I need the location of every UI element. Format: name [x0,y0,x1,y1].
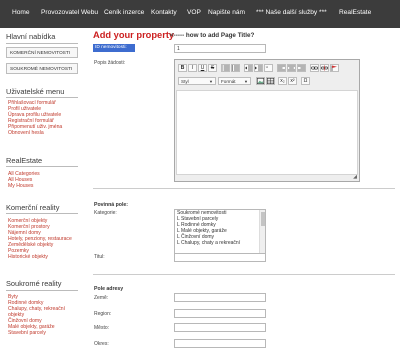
region-label: Region: [94,311,112,317]
page-subtitle: <----- how to add Page Title? [170,32,255,39]
format-select-label: Formát [221,79,236,84]
anchor-flag-icon[interactable] [330,64,339,72]
category-listbox[interactable]: Soukromé nemovitosti L Stavební parcely … [174,209,266,255]
country-label: Země: [94,295,109,301]
divider [93,188,395,189]
outdent-icon[interactable] [244,64,253,72]
divider [6,43,78,44]
nav-sluzby[interactable]: *** Naše další služby *** [256,9,327,16]
district-input[interactable] [174,339,266,348]
resize-grip-icon[interactable]: ◢ [353,174,357,180]
image-icon[interactable] [256,77,265,85]
superscript-button[interactable]: x² [288,77,297,85]
category-option[interactable]: L Chalupy, chaty a rekreační [175,240,265,246]
bulleted-list-icon[interactable] [231,64,240,72]
nav-kontakty[interactable]: Kontakty [151,9,177,16]
indent-icon[interactable] [254,64,263,72]
align-right-icon[interactable] [297,64,306,72]
link-cottages[interactable]: Chalupy, chaty, rekreační objekty [8,306,76,318]
bold-button[interactable]: B [178,64,187,72]
divider [6,166,78,167]
id-label: ID nemovitosti: [93,44,135,52]
divider [6,97,78,98]
rich-text-editor: B I U S " Styl ▼ Formát ▼ x₂ x² Ω ◢ [174,59,360,182]
link-building-plots[interactable]: Stavební parcely [8,330,46,336]
private-heading: Soukromé reality [6,279,62,288]
nav-cenik[interactable]: Ceník inzerce [104,9,144,16]
main-menu-heading: Hlavní nabídka [6,32,56,41]
style-select-label: Styl [181,79,189,84]
blockquote-icon[interactable]: " [264,64,273,73]
link-historical[interactable]: Historické objekty [8,254,48,260]
editor-content-area[interactable] [176,90,358,175]
top-navigation: Home Provozovatel Webu Ceník inzerce Kon… [0,0,400,28]
menu-commercial-properties[interactable]: KOMERČNÍ NEMOVITOSTI [6,47,78,58]
link-my-houses[interactable]: My Houses [8,183,33,189]
commercial-heading: Komerční reality [6,203,60,212]
city-label: Město: [94,325,110,331]
divider [6,213,78,214]
nav-napiste[interactable]: Napište nám [208,9,245,16]
id-input[interactable]: 1 [174,44,266,53]
align-left-icon[interactable] [277,64,286,72]
nav-provozovatel[interactable]: Provozovatel Webu [41,9,98,16]
title-input[interactable] [174,253,266,262]
unlink-icon[interactable] [320,64,329,72]
divider [6,290,78,291]
title-label: Titul: [94,254,105,260]
category-label: Kategorie: [94,210,117,216]
strikethrough-button[interactable]: S [208,64,217,72]
italic-button[interactable]: I [188,64,197,72]
table-icon[interactable] [266,77,275,85]
special-char-button[interactable]: Ω [301,77,310,85]
main-content: Add your property <----- how to add Page… [90,28,400,348]
chevron-down-icon: ▼ [209,79,213,84]
user-menu-heading: Uživatelské menu [6,87,65,96]
underline-button[interactable]: U [198,64,207,72]
menu-private-properties[interactable]: SOUKROMÉ NEMOVITOSTI [6,63,78,74]
required-fields-heading: Povinná pole: [94,202,129,208]
sidebar: Hlavní nabídka KOMERČNÍ NEMOVITOSTI SOUK… [6,28,78,348]
align-center-icon[interactable] [287,64,296,72]
svg-text:": " [266,67,269,72]
style-select[interactable]: Styl ▼ [178,77,216,85]
nav-realestate[interactable]: RealEstate [339,9,371,16]
region-input[interactable] [174,309,266,318]
listbox-scrollbar[interactable] [259,210,265,254]
link-reset-password[interactable]: Obnovení hesla [8,130,44,136]
description-label: Popis žádosti: [94,60,126,66]
address-fields-heading: Pole adresy [94,286,124,292]
page-title: Add your property [93,30,175,40]
chevron-down-icon: ▼ [244,79,248,84]
format-select[interactable]: Formát ▼ [218,77,251,85]
nav-vop[interactable]: VOP [187,9,201,16]
divider [93,274,395,275]
subscript-button[interactable]: x₂ [278,77,287,85]
link-icon[interactable] [310,64,319,72]
district-label: Okres: [94,341,109,347]
realestate-heading: RealEstate [6,156,43,165]
numbered-list-icon[interactable] [221,64,230,72]
city-input[interactable] [174,323,266,332]
nav-home[interactable]: Home [12,9,30,16]
country-input[interactable] [174,293,266,302]
scrollbar-thumb[interactable] [261,212,265,226]
